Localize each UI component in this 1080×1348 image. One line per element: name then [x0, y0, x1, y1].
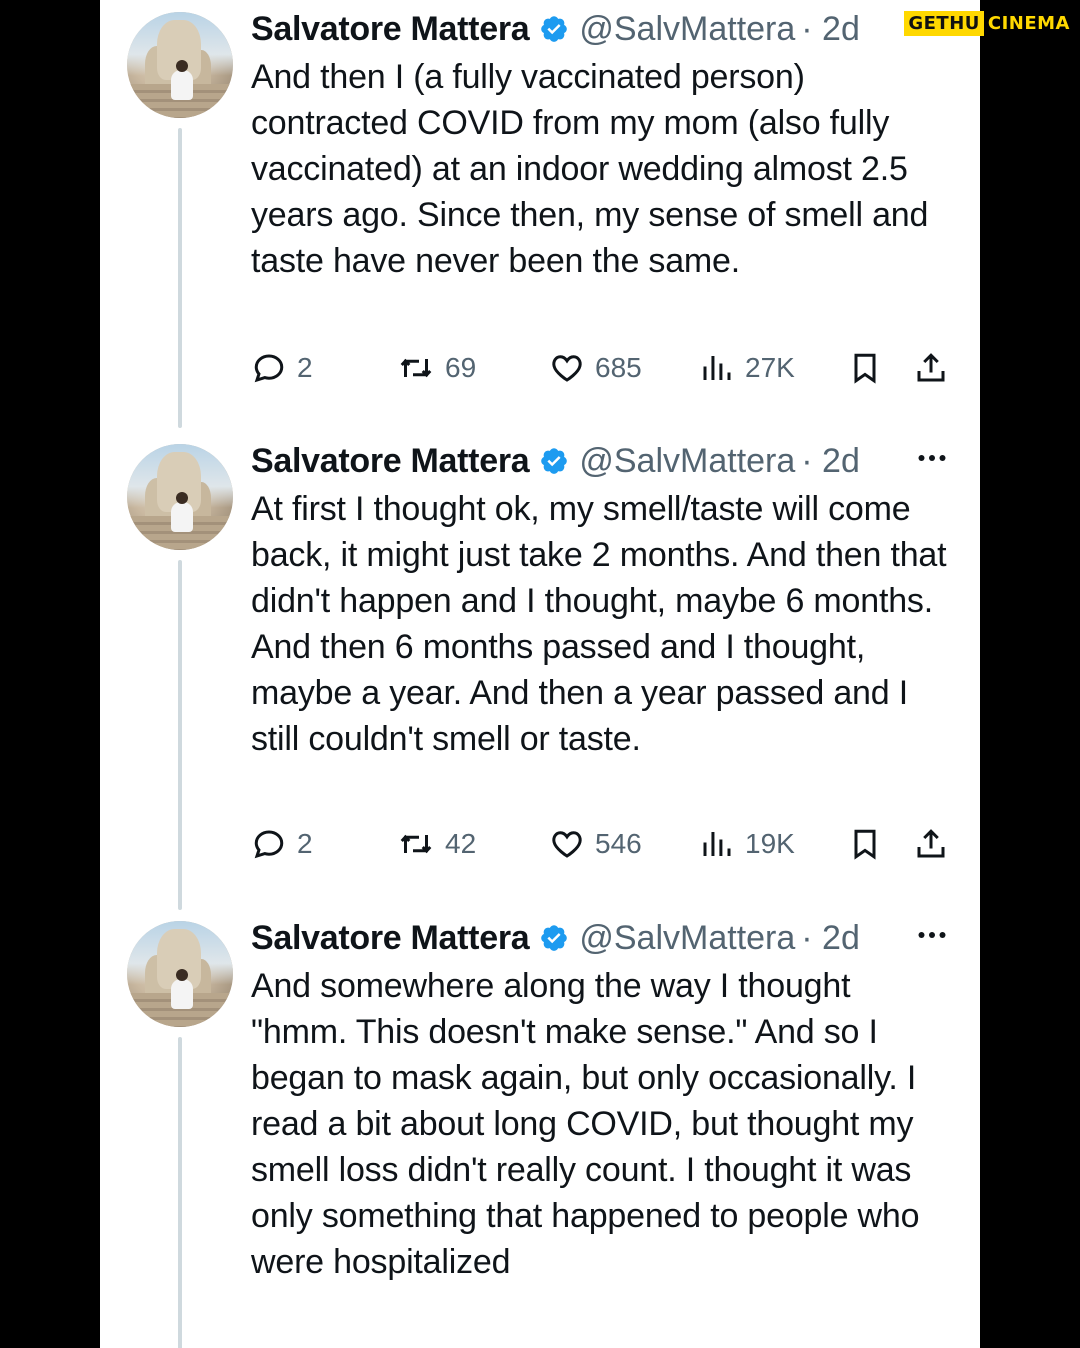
- views-icon: [699, 826, 735, 862]
- like-count: 546: [595, 828, 642, 859]
- reply-button[interactable]: 2: [251, 348, 313, 388]
- verified-badge-icon: [539, 446, 569, 476]
- thread-card: Salvatore Mattera @SalvMattera · 2d And …: [100, 0, 980, 1348]
- bookmark-button[interactable]: [847, 348, 883, 388]
- tweet-actions: 2 42 546 19K: [251, 824, 951, 864]
- more-button[interactable]: [914, 440, 950, 481]
- like-button[interactable]: 685: [549, 348, 642, 388]
- tweet-text: At first I thought ok, my smell/taste wi…: [251, 490, 947, 758]
- share-button[interactable]: [913, 348, 949, 388]
- watermark-logo: GETHU CINEMA: [904, 10, 1074, 36]
- tweet-actions: 2 69 685 27K: [251, 348, 951, 388]
- views-button[interactable]: 19K: [699, 824, 795, 864]
- bookmark-icon: [847, 350, 883, 386]
- reply-icon: [251, 350, 287, 386]
- more-button[interactable]: [914, 917, 950, 958]
- reply-icon: [251, 826, 287, 862]
- tweet-time[interactable]: · 2d: [801, 442, 860, 481]
- tweet-header: Salvatore Mattera @SalvMattera · 2d: [251, 4, 860, 54]
- thread-line: [178, 128, 182, 428]
- tweet-time[interactable]: · 2d: [801, 919, 860, 958]
- verified-badge-icon: [539, 923, 569, 953]
- views-icon: [699, 350, 735, 386]
- reply-count: 2: [297, 828, 313, 859]
- thread-line: [178, 560, 182, 910]
- bookmark-icon: [847, 826, 883, 862]
- repost-button[interactable]: 69: [397, 348, 476, 388]
- repost-button[interactable]: 42: [397, 824, 476, 864]
- avatar[interactable]: [127, 921, 233, 1027]
- share-icon: [913, 350, 949, 386]
- verified-badge-icon: [539, 14, 569, 44]
- like-count: 685: [595, 352, 642, 383]
- like-icon: [549, 826, 585, 862]
- repost-icon: [397, 826, 435, 862]
- share-icon: [913, 826, 949, 862]
- tweet-time[interactable]: · 2d: [801, 10, 860, 49]
- author-handle[interactable]: @SalvMattera: [579, 10, 795, 49]
- reply-button[interactable]: 2: [251, 824, 313, 864]
- avatar[interactable]: [127, 12, 233, 118]
- views-count: 19K: [745, 828, 795, 859]
- share-button[interactable]: [913, 824, 949, 864]
- tweet-text: And then I (a fully vaccinated person) c…: [251, 58, 929, 280]
- repost-count: 69: [445, 352, 477, 383]
- tweet-text: And somewhere along the way I thought "h…: [251, 967, 920, 1281]
- thread-line: [178, 1037, 182, 1348]
- reply-count: 2: [297, 352, 313, 383]
- author-name[interactable]: Salvatore Mattera: [251, 919, 530, 958]
- bookmark-button[interactable]: [847, 824, 883, 864]
- views-count: 27K: [745, 352, 795, 383]
- author-handle[interactable]: @SalvMattera: [579, 919, 795, 958]
- repost-count: 42: [445, 828, 477, 859]
- like-button[interactable]: 546: [549, 824, 642, 864]
- like-icon: [549, 350, 585, 386]
- tweet-header: Salvatore Mattera @SalvMattera · 2d: [251, 436, 860, 486]
- more-icon: [914, 455, 950, 480]
- views-button[interactable]: 27K: [699, 348, 795, 388]
- repost-icon: [397, 350, 435, 386]
- avatar[interactable]: [127, 444, 233, 550]
- author-handle[interactable]: @SalvMattera: [579, 442, 795, 481]
- more-icon: [914, 932, 950, 957]
- author-name[interactable]: Salvatore Mattera: [251, 10, 530, 49]
- tweet-header: Salvatore Mattera @SalvMattera · 2d: [251, 913, 860, 963]
- author-name[interactable]: Salvatore Mattera: [251, 442, 530, 481]
